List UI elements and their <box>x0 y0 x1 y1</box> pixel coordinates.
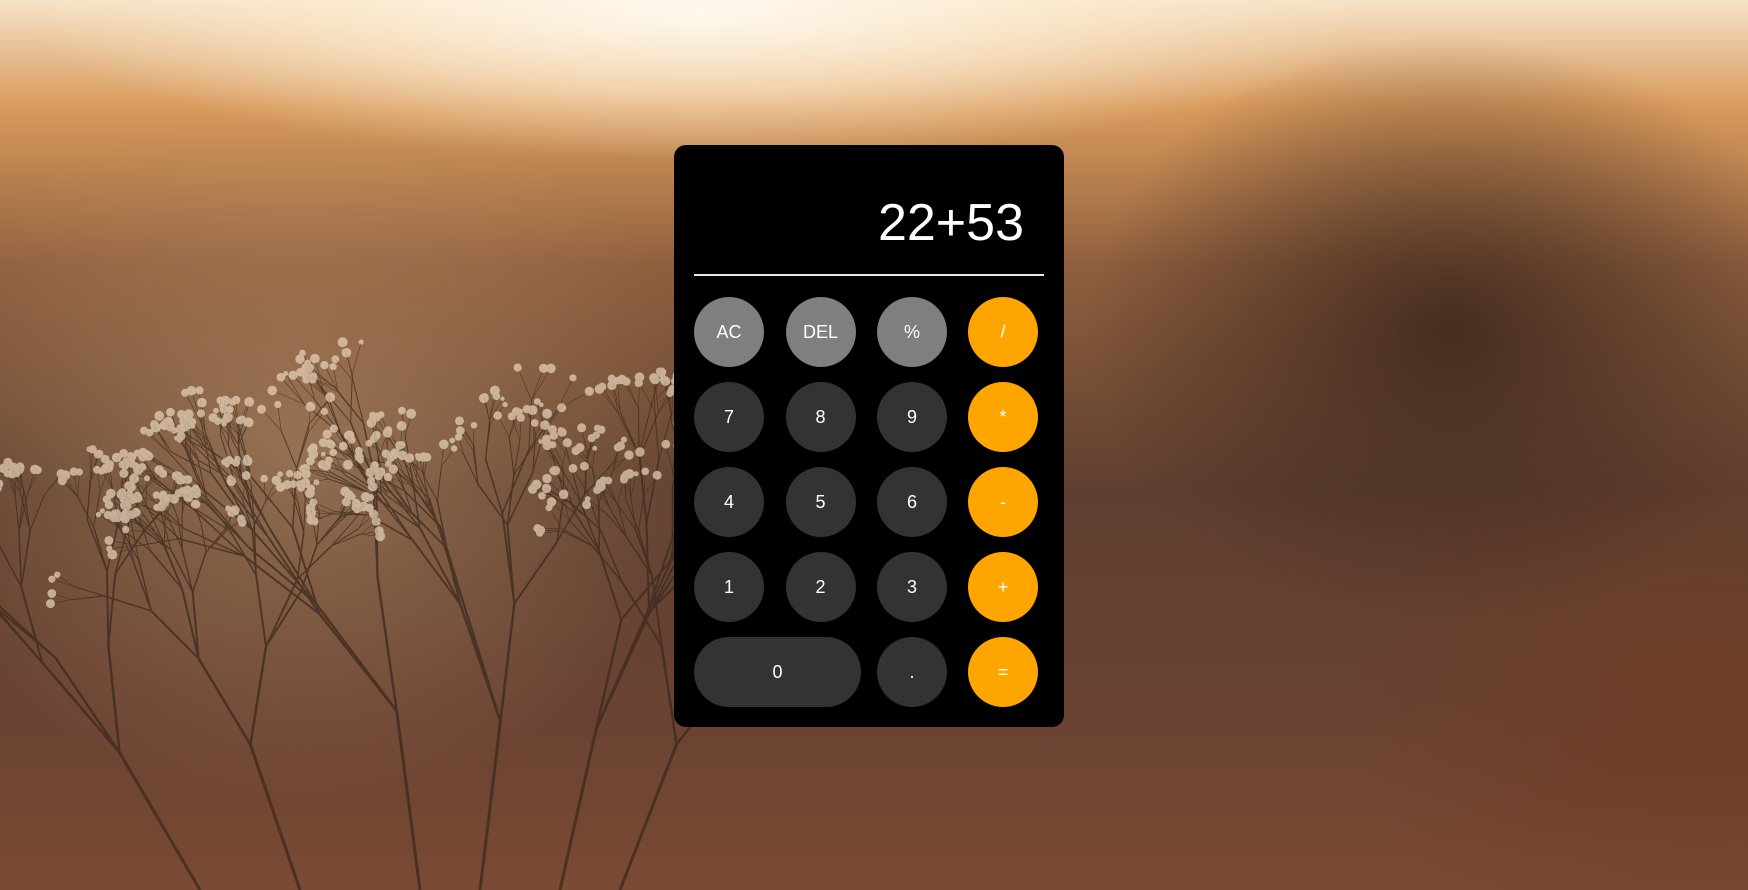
digit-9-button[interactable]: 9 <box>877 382 947 452</box>
display-value: 22+53 <box>877 194 1024 252</box>
equals-button[interactable]: = <box>968 637 1038 707</box>
divide-button[interactable]: / <box>968 297 1038 367</box>
calculator-panel: 22+53 AC DEL% / 7 8 9 * 4 5 6- 1 2 3 +0. = <box>674 145 1064 727</box>
percent-button[interactable]: % <box>877 297 947 367</box>
digit-1-button[interactable]: 1 <box>694 552 764 622</box>
decimal-button[interactable]: . <box>877 637 947 707</box>
multiply-button[interactable]: * <box>968 382 1038 452</box>
keypad: AC DEL% / 7 8 9 * 4 5 6- 1 2 3 +0. = <box>694 297 1044 707</box>
digit-2-button[interactable]: 2 <box>785 552 856 622</box>
digit-5-button[interactable]: 5 <box>785 467 856 537</box>
subtract-button[interactable]: - <box>968 467 1038 537</box>
digit-6-button[interactable]: 6 <box>877 467 947 537</box>
add-button[interactable]: + <box>968 552 1038 622</box>
display-divider <box>694 274 1044 276</box>
digit-7-button[interactable]: 7 <box>694 382 764 452</box>
calculator-display: 22+53 <box>694 145 1044 275</box>
clear-button[interactable]: AC <box>694 297 764 367</box>
digit-4-button[interactable]: 4 <box>694 467 764 537</box>
digit-3-button[interactable]: 3 <box>877 552 947 622</box>
delete-button[interactable]: DEL <box>785 297 856 367</box>
digit-8-button[interactable]: 8 <box>785 382 856 452</box>
digit-0-button[interactable]: 0 <box>694 637 861 707</box>
